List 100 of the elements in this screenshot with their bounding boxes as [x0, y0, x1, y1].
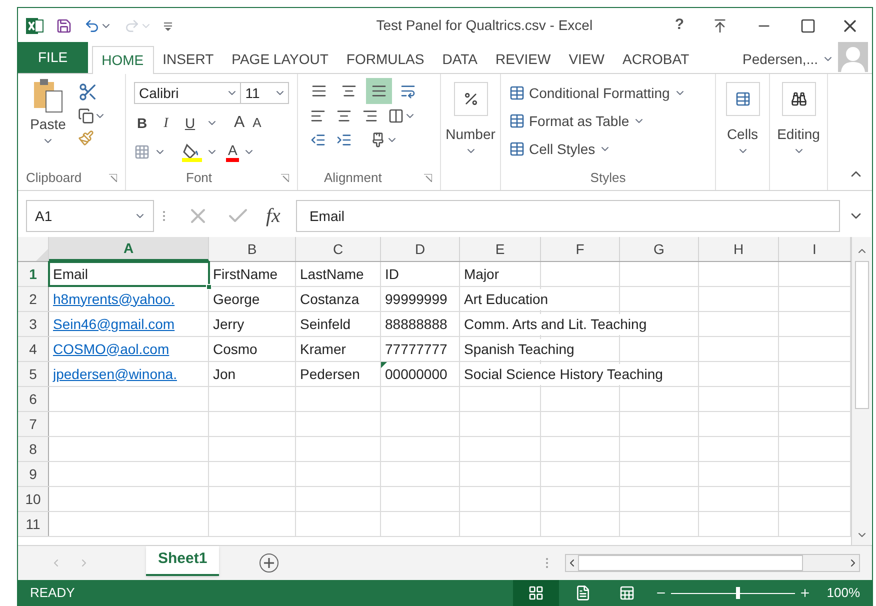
zoom-thumb[interactable] [736, 587, 740, 599]
paste-button[interactable]: Paste [30, 114, 66, 135]
editing-button[interactable]: Editing [777, 124, 820, 145]
shrink-font-button[interactable]: A [252, 113, 262, 133]
ribbon-display-icon[interactable] [712, 18, 728, 34]
column-header[interactable]: B [209, 237, 296, 261]
column-header[interactable]: C [296, 237, 381, 261]
align-center-icon[interactable] [336, 108, 352, 124]
cells-button[interactable]: Cells [726, 124, 758, 145]
table-icon[interactable] [509, 141, 525, 157]
ribbon-tab[interactable]: PAGE LAYOUT [222, 45, 338, 73]
cell-text: Costanza [300, 290, 360, 308]
cell-text: Comm. Arts and Lit. Teaching [464, 314, 649, 334]
new-sheet-icon[interactable] [259, 553, 280, 573]
row-header[interactable]: 7 [18, 412, 49, 436]
percent-icon [462, 91, 478, 107]
window-title: Test Panel for Qualtrics.csv - Excel [375, 16, 594, 35]
bold-button[interactable]: B [134, 112, 150, 134]
row-header[interactable]: 1 [18, 262, 49, 286]
ribbon-tab[interactable]: ACROBAT [613, 45, 698, 73]
email-link[interactable]: h8myrents@yahoo. [53, 288, 175, 310]
column-header[interactable]: H [699, 237, 779, 261]
normal-view-button[interactable] [512, 580, 559, 606]
cut-icon[interactable] [78, 82, 98, 102]
ribbon-tab[interactable]: REVIEW [486, 45, 560, 73]
sheet-tab[interactable]: Sheet1 [146, 546, 220, 576]
font-name-field[interactable]: Calibri [134, 82, 242, 104]
grow-font-button[interactable]: A [234, 111, 245, 135]
dialog-launcher-icon[interactable] [109, 174, 117, 182]
table-icon [734, 91, 750, 107]
font-size-field[interactable]: 11 [241, 82, 289, 104]
email-link[interactable]: jpedersen@winona. [53, 364, 177, 384]
name-box[interactable]: A1 [26, 200, 154, 232]
borders-icon[interactable] [134, 144, 150, 160]
undo-icon[interactable] [84, 18, 100, 34]
align-left-icon[interactable] [310, 108, 326, 124]
vertical-align-button[interactable] [366, 78, 392, 104]
vertical-scrollbar[interactable] [851, 237, 871, 545]
italic-button[interactable]: I [158, 112, 174, 134]
insert-function-button[interactable]: fx [266, 201, 280, 231]
percent-button[interactable] [454, 82, 488, 116]
wrap-text-icon[interactable] [400, 83, 416, 99]
help-button[interactable]: ? [666, 14, 692, 37]
dialog-launcher-icon[interactable] [424, 174, 432, 182]
more-icon [162, 209, 166, 223]
page-layout-icon[interactable] [574, 585, 591, 601]
styles-menu-button[interactable]: Cell Styles [529, 138, 596, 160]
clipboard-icon[interactable] [32, 78, 64, 114]
row-header[interactable]: 9 [18, 462, 49, 486]
formula-field[interactable]: Email [296, 200, 840, 232]
table-icon[interactable] [509, 85, 525, 101]
column-header[interactable]: G [620, 237, 699, 261]
customize-menu-icon[interactable] [164, 20, 172, 30]
table-icon[interactable] [509, 113, 525, 129]
ribbon-tab[interactable]: VIEW [560, 45, 614, 73]
ribbon-tab[interactable]: HOME [92, 46, 154, 74]
account-name[interactable]: Pedersen,... [742, 48, 818, 70]
save-icon[interactable] [56, 18, 72, 34]
row-header[interactable]: 4 [18, 337, 49, 361]
column-header[interactable]: F [541, 237, 620, 261]
zoom-slider[interactable] [670, 587, 795, 599]
align-right-icon[interactable] [362, 108, 378, 124]
find-button[interactable] [782, 82, 816, 116]
error-indicator-icon[interactable] [381, 362, 387, 368]
row-header[interactable]: 3 [18, 312, 49, 336]
ribbon-tab[interactable]: INSERT [154, 45, 223, 73]
email-link[interactable]: Sein46@gmail.com [53, 314, 175, 334]
styles-menu-button[interactable]: Conditional Formatting [529, 82, 670, 104]
row-header[interactable]: 8 [18, 437, 49, 461]
copy-icon[interactable] [78, 108, 94, 124]
email-link[interactable]: COSMO@aol.com [53, 338, 170, 360]
decrease-indent-icon[interactable] [310, 132, 326, 148]
page-break-icon[interactable] [618, 585, 635, 601]
maximize-icon[interactable] [800, 18, 816, 34]
column-header[interactable]: E [460, 237, 541, 261]
number-button[interactable]: Number [446, 124, 496, 145]
row-header[interactable]: 6 [18, 387, 49, 411]
file-tab[interactable]: FILE [18, 42, 88, 73]
font-color-button[interactable]: A [226, 142, 240, 162]
row-header[interactable]: 5 [18, 362, 49, 386]
cell-text: Pedersen [300, 364, 360, 384]
fill-color-icon[interactable] [182, 142, 202, 162]
cells-icon-button[interactable] [726, 82, 760, 116]
horizontal-scrollbar[interactable] [565, 554, 860, 572]
row-header[interactable]: 2 [18, 287, 49, 311]
zoom-level[interactable]: 100% [826, 583, 860, 603]
row-header[interactable]: 10 [18, 487, 49, 511]
row-header[interactable]: 11 [18, 512, 49, 536]
column-header[interactable]: A [49, 237, 209, 261]
styles-menu-button[interactable]: Format as Table [529, 110, 630, 132]
increase-indent-icon[interactable] [336, 132, 352, 148]
underline-button[interactable]: U [182, 112, 198, 134]
column-header[interactable]: D [381, 237, 460, 261]
ribbon-tab[interactable]: FORMULAS [337, 45, 434, 73]
ribbon-tab[interactable]: DATA [433, 45, 486, 73]
format-painter-icon[interactable] [78, 130, 94, 146]
merge-icon[interactable] [388, 108, 404, 124]
grid-icon [528, 585, 544, 601]
dialog-launcher-icon[interactable] [281, 174, 289, 182]
zoom-in-icon[interactable] [798, 587, 811, 599]
